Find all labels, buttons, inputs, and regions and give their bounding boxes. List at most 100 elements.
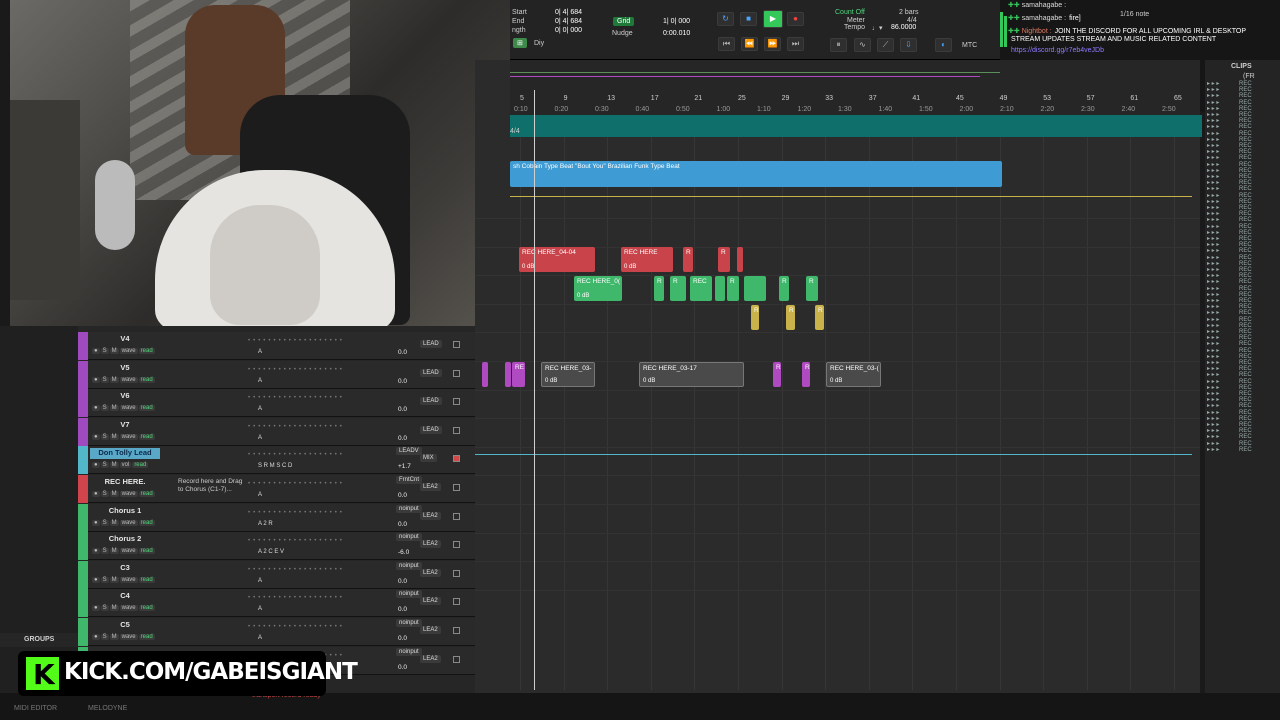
insert-slots[interactable]: ••••••••••••••••••• [248,424,345,430]
send-slots[interactable]: A [258,578,262,584]
volume-value[interactable]: 0.0 [398,349,407,356]
chat-username[interactable]: Nightbot : [1022,28,1052,35]
record-enable-icon[interactable] [453,512,460,520]
beat-audio-clip[interactable]: sh Cobain Type Beat "Bout You" Brazilian… [510,161,1002,187]
track-controls[interactable]: ● S Mvol read [92,462,149,469]
chat-username[interactable]: samahagabe : [1022,15,1066,22]
audio-clip[interactable]: R [751,305,759,330]
track-row[interactable]: C3 ● S Mwave read ••••••••••••••••••• Anoinput… [78,560,475,589]
audio-clip[interactable]: R [683,247,693,272]
insert-slots[interactable]: ••••••••••••••••••• [248,510,345,516]
volume-value[interactable]: -6.0 [398,549,409,556]
track-name[interactable]: V6 [90,391,160,402]
view-mode-selector[interactable]: wave [119,576,138,583]
diy-label[interactable]: Diy [534,40,544,47]
audio-clip[interactable]: R [802,362,810,387]
track-row[interactable]: Chorus 1 ● S Mwave read ••••••••••••••••••• A … [78,503,475,532]
end-value[interactable]: 0| 4| 684 [555,18,582,25]
view-mode-selector[interactable]: wave [119,519,138,526]
volume-value[interactable]: 0.0 [398,664,407,671]
timeline-ruler[interactable] [510,60,1200,115]
output-selector[interactable]: LEA2 [420,626,441,634]
automation-mode[interactable]: read [138,433,155,440]
view-mode-selector[interactable]: wave [119,376,138,383]
audio-clip[interactable]: R [786,305,795,330]
meter-value[interactable]: 4/4 [907,17,917,24]
automation-mode[interactable]: read [138,576,155,583]
loop-icon[interactable]: ↻ [717,12,734,26]
send-slots[interactable]: A [258,492,262,498]
download-icon[interactable]: ⇩ [900,38,917,52]
expand-icon[interactable]: ▸ ▸ ▸ [1207,447,1221,453]
record-enable-icon[interactable] [453,484,460,491]
send-slots[interactable]: A [258,378,262,384]
automation-mode[interactable]: read [138,548,155,555]
record-enable-icon[interactable] [453,426,460,434]
audio-clip[interactable]: REC HERE_0(0 dB [574,276,622,301]
record-button[interactable]: ● [787,12,804,26]
track-controls[interactable]: ●SMwaveread [92,576,156,583]
track-controls[interactable]: ●SMwaveread [92,348,156,354]
output-selector[interactable]: LEA2 [420,597,441,606]
output-selector[interactable]: LEAD [420,368,442,377]
track-row[interactable]: C5 ● S Mwave read ••••••••••••••••••• Anoinput… [78,618,475,646]
track-name[interactable]: Chorus 2 [90,534,160,545]
volume-value[interactable]: 0.0 [398,606,407,613]
rewind-button[interactable]: ⏪ [741,37,758,51]
start-value[interactable]: 0| 4| 684 [555,9,582,16]
record-enable-icon[interactable] [453,655,460,663]
view-mode-selector[interactable]: wave [119,548,138,555]
record-enable-icon[interactable] [453,398,460,406]
input-selector[interactable]: noinput [396,619,422,627]
audio-clip[interactable]: REC HERE_03- 0 dB [541,362,595,387]
insert-slots[interactable]: ••••••••••••••••••• [248,624,345,630]
input-selector[interactable]: LEADV [396,447,422,456]
record-enable-icon[interactable] [453,569,460,577]
play-button[interactable]: ▶ [763,10,783,28]
clip-list-item[interactable]: ▸ ▸ ▸ REC [1207,446,1277,453]
track-name[interactable]: V4 [90,334,160,345]
track-row[interactable]: V4 ● S Mwave read ••••••••••••••••••• A 0.0 LEAD [78,332,475,360]
input-selector[interactable]: noinput [396,590,422,599]
track-row[interactable]: Chorus 2 ● S Mwave read ••••••••••••••••••• A … [78,532,475,561]
track-row[interactable]: V5 ● S Mwave read ••••••••••••••••••• A 0.0 LEAD [78,360,475,389]
output-selector[interactable]: LEA2 [420,540,441,549]
track-name[interactable]: C4 [90,591,160,602]
stop-button[interactable]: ■ [740,12,757,26]
track-controls[interactable]: ●SMwaveread [92,519,156,526]
view-mode-selector[interactable]: wave [119,491,138,497]
insert-slots[interactable]: ••••••••••••••••••• [248,567,345,573]
track-row[interactable]: Don Tolly Lead ● S Mvol read ••••••••••••••••… [78,446,475,475]
volume-value[interactable]: 0.0 [398,521,407,528]
track-controls[interactable]: ●SMwaveread [92,548,156,555]
automation-mode[interactable]: read [138,405,155,412]
audio-clip[interactable]: R [718,247,730,272]
link-icon[interactable]: ⊞ [513,38,527,48]
audio-clip[interactable]: REC HERE_03-17 0 dB [639,362,744,387]
insert-slots[interactable]: ••••••••••••••••••• [248,452,345,458]
record-enable-icon[interactable] [453,598,460,606]
input-selector[interactable]: noinput [396,533,422,542]
tempo-value[interactable]: 86.0000 [891,24,916,31]
send-slots[interactable]: A 2 C E V [258,549,284,555]
track-row[interactable]: V7 ● S Mwave read ••••••••••••••••••• A 0.0 LEAD [78,417,475,446]
slope-icon[interactable]: ⟋ [877,38,894,52]
audio-clip[interactable]: R [779,276,789,301]
volume-value[interactable]: 0.0 [398,406,407,413]
insert-slots[interactable]: ••••••••••••••••••• [248,367,345,373]
audio-clip[interactable]: R [815,305,824,330]
volume-value[interactable]: 0.0 [398,578,407,585]
output-selector[interactable]: MIX [420,454,437,463]
track-row[interactable]: V6 ● S Mwave read ••••••••••••••••••• A 0.0 LEAD [78,389,475,418]
volume-value[interactable]: +1.7 [398,463,411,470]
track-name[interactable]: C3 [90,563,160,574]
track-row[interactable]: REC HERE. ● S Mwave read ••••••••••••••••••• A… [78,475,475,503]
midi-editor-tab[interactable]: MIDI EDITOR [14,705,57,712]
track-controls[interactable]: ●SMwaveread [92,376,156,383]
view-mode-selector[interactable]: wave [119,433,138,440]
track-name[interactable]: V5 [90,363,160,374]
automation-mode[interactable]: read [138,605,155,612]
automation-mode[interactable]: read [138,634,155,640]
volume-value[interactable]: 0.0 [398,435,407,442]
input-selector[interactable]: noinput [396,561,422,570]
